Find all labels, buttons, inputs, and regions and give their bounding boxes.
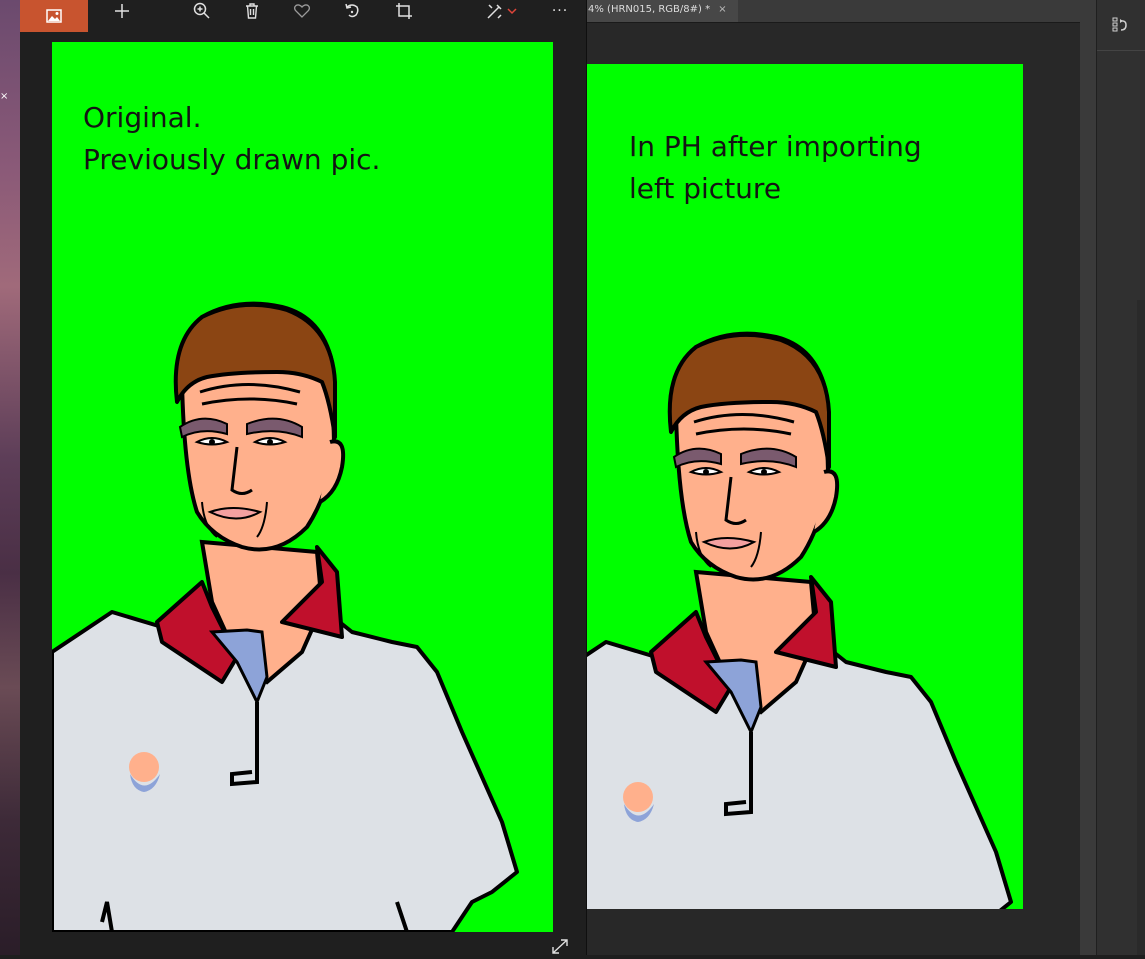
tab-close-icon[interactable]: × xyxy=(718,4,726,15)
panel-scroll-track xyxy=(1137,300,1145,955)
desktop-wallpaper: × xyxy=(0,0,20,955)
add-icon[interactable] xyxy=(108,0,136,22)
document-tab-bar: 4% (HRN015, RGB/8#) * × xyxy=(586,0,1096,23)
document-tab[interactable]: 4% (HRN015, RGB/8#) * × xyxy=(586,0,738,22)
delete-icon[interactable] xyxy=(238,0,266,22)
photo-display: Original. Previously drawn pic. xyxy=(52,42,553,932)
drawn-man-figure xyxy=(586,331,1013,909)
canvas-area: In PH after importing left picture xyxy=(586,23,1080,948)
photos-toolbar: ··· xyxy=(20,0,586,32)
expand-icon[interactable] xyxy=(550,938,570,955)
panel-separator xyxy=(1097,50,1145,51)
history-icon[interactable] xyxy=(1109,16,1131,38)
photoshop-window: 4% (HRN015, RGB/8#) * × In PH after impo… xyxy=(586,0,1145,955)
crop-icon[interactable] xyxy=(390,0,418,22)
image-icon[interactable] xyxy=(20,0,88,32)
more-icon[interactable]: ··· xyxy=(546,0,574,22)
side-panel xyxy=(1096,0,1145,955)
zoom-in-icon[interactable] xyxy=(188,0,216,22)
favorite-icon[interactable] xyxy=(288,0,316,22)
document-tab-title: 4% (HRN015, RGB/8#) * xyxy=(588,4,711,15)
rotate-icon[interactable] xyxy=(338,0,366,22)
close-icon[interactable]: × xyxy=(0,92,8,102)
drawn-man-figure xyxy=(52,301,519,932)
photos-viewer-window: ··· Original. Previously drawn pic. xyxy=(20,0,587,955)
chevron-down-icon[interactable] xyxy=(504,0,520,22)
photoshop-document-canvas: In PH after importing left picture xyxy=(586,64,1023,909)
panel-divider xyxy=(1080,0,1096,955)
